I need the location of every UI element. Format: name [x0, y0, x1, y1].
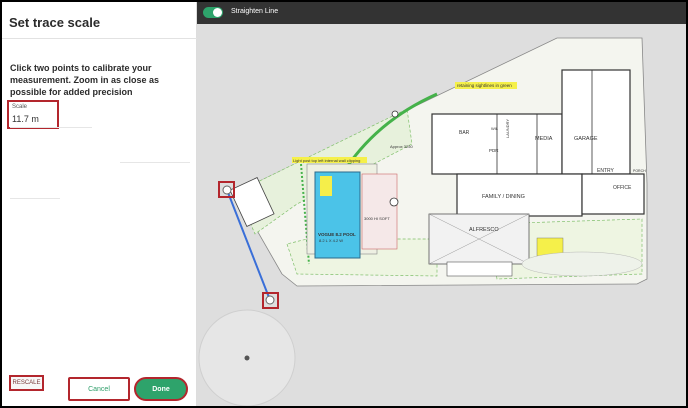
divider: [10, 198, 60, 199]
instructions-text: Click two points to calibrate your measu…: [10, 63, 160, 97]
scale-label: Scale: [12, 104, 28, 110]
measure-point-a[interactable]: [222, 185, 232, 195]
divider: [10, 127, 92, 128]
rescale-button[interactable]: RESCALE: [9, 375, 44, 391]
cancel-button[interactable]: Cancel: [68, 377, 130, 401]
panel-title: Set trace scale: [9, 15, 101, 30]
toggle-knob: [213, 8, 222, 17]
magnifier-crosshair: [244, 355, 250, 361]
plan-canvas[interactable]: retaining sightlines in green Light post…: [197, 24, 686, 406]
measure-point-b[interactable]: [265, 295, 275, 305]
scale-input[interactable]: [12, 114, 56, 124]
divider: [120, 162, 190, 163]
done-button[interactable]: Done: [134, 377, 188, 401]
title-divider: [2, 38, 197, 39]
scale-field[interactable]: Scale: [7, 100, 59, 129]
app-frame: Set trace scale Click two points to cali…: [2, 2, 686, 406]
measurement-overlay[interactable]: [197, 24, 686, 406]
straighten-line-toggle[interactable]: [203, 7, 223, 18]
measurement-line[interactable]: [226, 189, 271, 301]
straighten-line-label: Straighten Line: [231, 8, 279, 15]
trace-scale-panel: Set trace scale Click two points to cali…: [2, 2, 197, 406]
canvas-toolbar: Straighten Line: [197, 2, 686, 24]
